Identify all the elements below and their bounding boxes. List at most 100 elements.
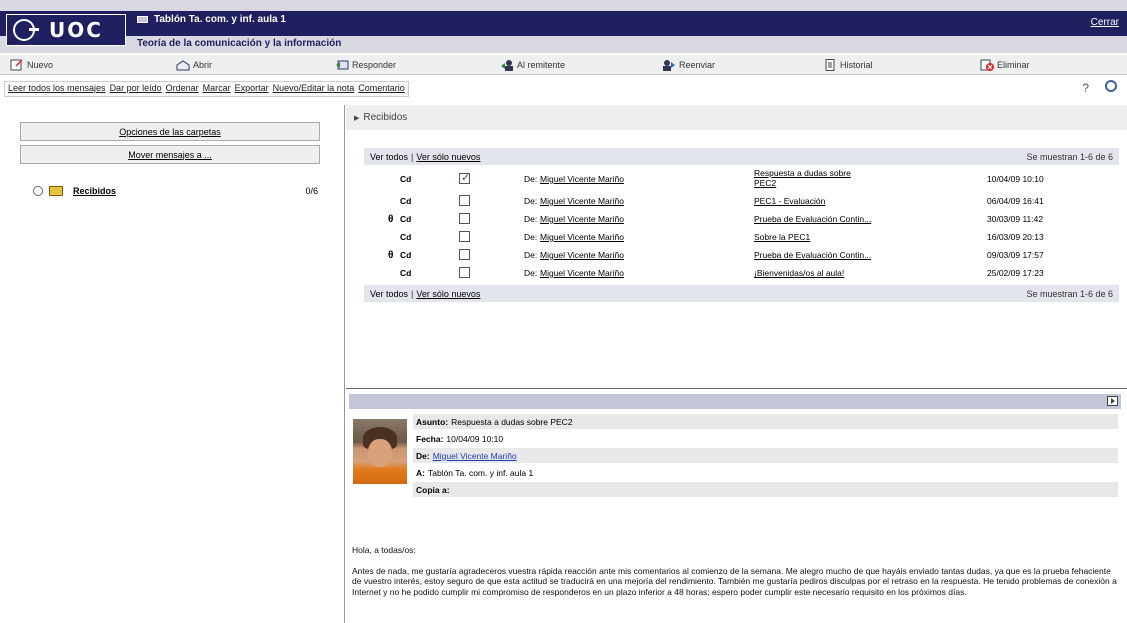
message-row[interactable]: Cd De: Miguel Vicente Mariño PEC1 - Eval…	[364, 192, 1119, 209]
preview-date: 10/04/09 10:10	[446, 433, 504, 444]
message-row[interactable]: θ Cd De: Miguel Vicente Mariño Prueba de…	[364, 210, 1119, 227]
message-cd: Cd	[400, 214, 412, 224]
comment-link[interactable]: Comentario	[358, 83, 405, 95]
attachment-icon: θ	[388, 214, 394, 225]
open-button[interactable]: Abrir	[176, 57, 212, 73]
subject-link[interactable]: Prueba de Evaluación Contin...	[754, 214, 871, 224]
new-button-label: Nuevo	[27, 60, 54, 70]
message-row[interactable]: Cd De: Miguel Vicente Mariño Respuesta a…	[364, 168, 1119, 188]
history-button[interactable]: Historial	[823, 57, 873, 73]
message-cd: Cd	[400, 250, 412, 260]
forward-button-label: Reenviar	[679, 60, 716, 70]
preview-cc-row: Copia a:	[413, 482, 1118, 497]
close-link[interactable]: Cerrar	[1091, 17, 1119, 28]
edit-note-link[interactable]: Nuevo/Editar la nota	[273, 83, 355, 95]
folder-item-recibidos[interactable]: Recibidos 0/6	[33, 186, 318, 196]
showing-count-footer: Se muestran 1-6 de 6	[1026, 288, 1113, 299]
new-button[interactable]: Nuevo	[10, 57, 53, 73]
subject-link[interactable]: Respuesta a dudas sobre	[754, 168, 851, 178]
history-icon	[825, 59, 835, 71]
folder-radio[interactable]	[33, 186, 43, 196]
subject-link[interactable]: Prueba de Evaluación Contin...	[754, 250, 871, 260]
folder-icon	[49, 186, 63, 196]
message-checkbox[interactable]	[459, 267, 470, 278]
view-separator: |	[411, 151, 414, 162]
reply-button[interactable]: Responder	[335, 57, 396, 73]
mark-read-link[interactable]: Dar por leído	[110, 83, 162, 95]
message-cd: Cd	[400, 232, 412, 242]
subject-label: Asunto:	[416, 416, 449, 427]
inbox-heading: ▶ Recibidos	[346, 105, 1127, 130]
header-bar: UOC Tablón Ta. com. y inf. aula 1 Teoría…	[0, 0, 1127, 53]
reply-sender-button[interactable]: Al remitente	[500, 57, 565, 73]
subject-link[interactable]: ¡Bienvenidas/os al aula!	[754, 268, 844, 278]
from-label: De:	[524, 232, 538, 242]
sender-link[interactable]: Miguel Vicente Mariño	[540, 250, 624, 260]
reply-button-label: Responder	[352, 60, 397, 70]
message-actions-bar: Leer todos los mensajes Dar por leído Or…	[4, 81, 409, 97]
preview-subject: Respuesta a dudas sobre PEC2	[451, 416, 573, 427]
expand-preview-icon[interactable]	[1107, 396, 1118, 406]
avatar	[353, 419, 407, 484]
from-label: De:	[524, 214, 538, 224]
subject-link-line2[interactable]: PEC2	[754, 178, 776, 188]
folder-options-button[interactable]: Opciones de las carpetas	[20, 122, 320, 141]
sender-link[interactable]: Miguel Vicente Mariño	[540, 196, 624, 206]
preview-to-row: A: Tablón Ta. com. y inf. aula 1	[413, 465, 1118, 480]
reply-sender-button-label: Al remitente	[517, 60, 566, 70]
move-messages-button[interactable]: Mover mensajes a ...	[20, 145, 320, 164]
subject-link[interactable]: Sobre la PEC1	[754, 232, 810, 242]
folder-panel: Opciones de las carpetas Mover mensajes …	[0, 105, 345, 623]
sender-link[interactable]: Miguel Vicente Mariño	[540, 174, 624, 184]
forward-button[interactable]: Reenviar	[662, 57, 715, 73]
attachment-icon: θ	[388, 250, 394, 261]
open-icon	[176, 60, 190, 71]
cc-label: Copia a:	[416, 484, 450, 495]
move-messages-link[interactable]: Mover mensajes a ...	[128, 150, 212, 160]
from-label: De:	[524, 250, 538, 260]
expand-arrow-icon[interactable]: ▶	[354, 114, 359, 122]
preview-subject-row: Asunto: Respuesta a dudas sobre PEC2	[413, 414, 1118, 429]
export-link[interactable]: Exportar	[235, 83, 269, 95]
message-row[interactable]: θ Cd De: Miguel Vicente Mariño Prueba de…	[364, 246, 1119, 263]
board-title-text: Tablón Ta. com. y inf. aula 1	[154, 14, 286, 25]
message-date: 25/02/09 17:23	[987, 268, 1044, 278]
view-all-link-footer[interactable]: Ver todos	[370, 289, 408, 299]
reply-icon	[336, 60, 349, 70]
message-paragraph: Antes de nada, me gustaría agradeceros v…	[352, 565, 1117, 597]
preview-from-row: De: Miguel Vicente Mariño	[413, 448, 1118, 463]
flag-link[interactable]: Marcar	[203, 83, 231, 95]
delete-button[interactable]: Eliminar	[980, 57, 1030, 73]
message-checkbox[interactable]	[459, 195, 470, 206]
view-new-link-footer[interactable]: Ver sólo nuevos	[416, 289, 480, 299]
message-date: 10/04/09 10:10	[987, 174, 1044, 184]
folder-name-link[interactable]: Recibidos	[73, 186, 116, 196]
preview-sender-link[interactable]: Miguel Vicente Mariño	[433, 451, 517, 461]
view-all-link[interactable]: Ver todos	[370, 152, 408, 162]
search-icon[interactable]	[1105, 80, 1117, 92]
message-checkbox[interactable]	[459, 231, 470, 242]
sender-link[interactable]: Miguel Vicente Mariño	[540, 232, 624, 242]
from-label: De:	[524, 174, 538, 184]
message-date: 30/03/09 11:42	[987, 214, 1044, 224]
message-row[interactable]: Cd De: Miguel Vicente Mariño Sobre la PE…	[364, 228, 1119, 245]
delete-button-label: Eliminar	[997, 60, 1030, 70]
message-checkbox[interactable]	[459, 213, 470, 224]
message-date: 16/03/09 20:13	[987, 232, 1044, 242]
help-icon[interactable]: ?	[1082, 81, 1089, 95]
new-message-icon	[10, 59, 23, 71]
sender-link[interactable]: Miguel Vicente Mariño	[540, 268, 624, 278]
reply-sender-icon	[501, 60, 513, 71]
sender-link[interactable]: Miguel Vicente Mariño	[540, 214, 624, 224]
view-new-link[interactable]: Ver sólo nuevos	[416, 152, 480, 162]
message-checkbox[interactable]	[459, 249, 470, 260]
view-separator-footer: |	[411, 288, 414, 299]
message-checkbox[interactable]	[459, 171, 470, 184]
sort-link[interactable]: Ordenar	[166, 83, 199, 95]
subject-link[interactable]: PEC1 - Evaluación	[754, 196, 825, 206]
from-label: De:	[416, 450, 430, 461]
message-row[interactable]: Cd De: Miguel Vicente Mariño ¡Bienvenida…	[364, 264, 1119, 281]
read-all-link[interactable]: Leer todos los mensajes	[8, 83, 106, 95]
board-title: Tablón Ta. com. y inf. aula 1	[137, 14, 286, 25]
folder-options-link[interactable]: Opciones de las carpetas	[119, 127, 221, 137]
